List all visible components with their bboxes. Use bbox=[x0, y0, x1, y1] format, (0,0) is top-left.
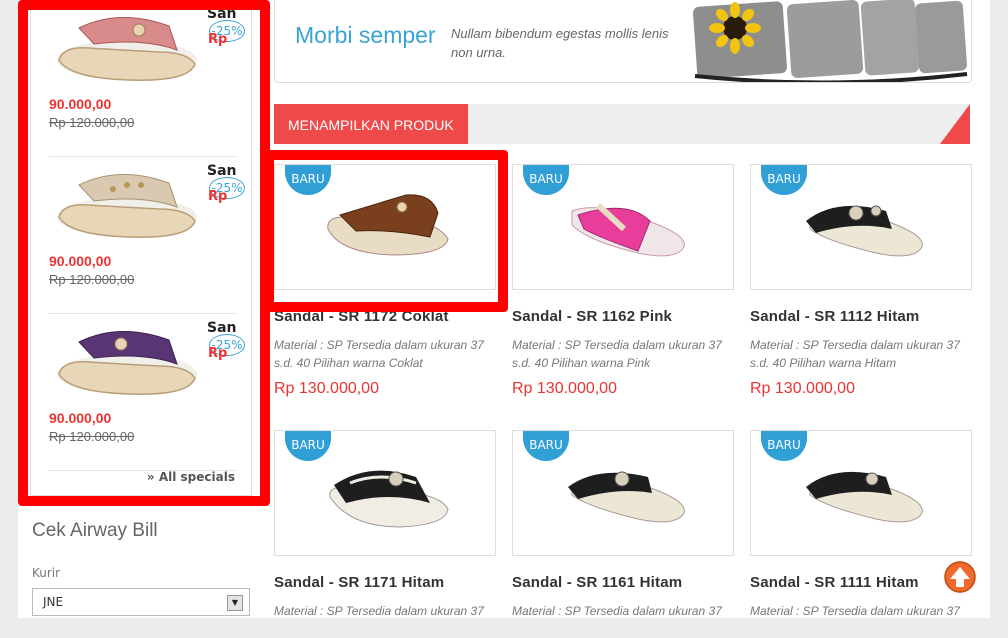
airway-bill-heading: Cek Airway Bill bbox=[32, 520, 158, 541]
special-old-price: Rp 120.000,00 bbox=[49, 429, 135, 444]
kurir-label: Kurir bbox=[32, 566, 61, 580]
banner-text: Nullam bibendum egestas mollis lenis non… bbox=[451, 26, 669, 60]
product-card[interactable]: BARU Sandal - SR 1161 Hitam Material : S… bbox=[512, 430, 734, 638]
special-item[interactable]: Sandal -25% Rp 90.000,00 Rp 120.000,00 bbox=[49, 0, 245, 157]
product-description: Material : SP Tersedia dalam ukuran 37 bbox=[512, 604, 722, 618]
sidebar: Sandal -25% Rp 90.000,00 Rp 120.000,00 S… bbox=[18, 0, 262, 618]
special-item[interactable]: Sandal -25% Rp 90.000,00 Rp 120.000,00 bbox=[49, 157, 245, 314]
special-old-price: Rp 120.000,00 bbox=[49, 272, 135, 287]
special-old-price: Rp 120.000,00 bbox=[49, 115, 135, 130]
product-card[interactable]: BARU Sandal - SR 1172 Coklat Material : … bbox=[274, 164, 496, 397]
kurir-selected-value: JNE bbox=[43, 595, 64, 609]
currency-label: Rp bbox=[208, 189, 228, 204]
sandal-product-image[interactable] bbox=[796, 181, 928, 271]
product-price: Rp 130.000,00 bbox=[512, 380, 617, 397]
sandal-product-image[interactable] bbox=[49, 157, 199, 247]
banner-title: Morbi semper bbox=[295, 22, 436, 48]
product-image-frame[interactable]: BARU bbox=[274, 164, 496, 290]
product-name[interactable]: Sandal - SR 1162 Pink bbox=[512, 308, 672, 325]
product-card[interactable]: BARU Sandal - SR 1162 Pink Material : SP… bbox=[512, 164, 734, 397]
sandal-product-image[interactable] bbox=[49, 314, 199, 404]
specials-box: Sandal -25% Rp 90.000,00 Rp 120.000,00 S… bbox=[30, 0, 252, 496]
product-description: Material : SP Tersedia dalam ukuran 37 s… bbox=[512, 338, 722, 370]
sandal-product-image[interactable] bbox=[49, 0, 199, 90]
product-name[interactable]: Sandal - SR 1161 Hitam bbox=[512, 574, 682, 591]
section-title: MENAMPILKAN PRODUK bbox=[274, 104, 468, 144]
product-card[interactable]: BARU Sandal - SR 1171 Hitam Material : S… bbox=[274, 430, 496, 638]
product-name[interactable]: Sandal - SR 1171 Hitam bbox=[274, 574, 444, 591]
chevron-down-icon[interactable]: ▼ bbox=[227, 595, 243, 611]
section-corner-decoration bbox=[940, 104, 970, 144]
product-price: Rp 130.000,00 bbox=[750, 380, 855, 397]
product-name[interactable]: Sandal - SR 1172 Coklat bbox=[274, 308, 449, 325]
sandal-product-image[interactable] bbox=[320, 181, 452, 271]
special-price: 90.000,00 bbox=[49, 253, 112, 269]
product-image-frame[interactable]: BARU bbox=[512, 430, 734, 556]
kurir-select[interactable]: JNE ▼ bbox=[32, 588, 250, 616]
special-price: 90.000,00 bbox=[49, 96, 112, 112]
special-price: 90.000,00 bbox=[49, 410, 112, 426]
currency-label: Rp bbox=[208, 32, 228, 47]
product-name[interactable]: Sandal - SR 1112 Hitam bbox=[750, 308, 919, 325]
all-specials-link[interactable]: » All specials bbox=[147, 470, 235, 484]
promo-banner[interactable]: Morbi semper Nullam bibendum egestas mol… bbox=[274, 0, 972, 83]
product-description: Material : SP Tersedia dalam ukuran 37 bbox=[274, 604, 484, 618]
bags-banner-image bbox=[693, 0, 968, 82]
sandal-product-image[interactable] bbox=[796, 447, 928, 537]
product-name[interactable]: Sandal - SR 1111 Hitam bbox=[750, 574, 919, 591]
scroll-to-top-icon[interactable] bbox=[944, 560, 976, 594]
section-header: MENAMPILKAN PRODUK bbox=[274, 104, 970, 144]
sandal-product-image[interactable] bbox=[558, 181, 690, 271]
product-description: Material : SP Tersedia dalam ukuran 37 s… bbox=[750, 338, 960, 370]
product-description: Material : SP Tersedia dalam ukuran 37 s… bbox=[274, 338, 484, 370]
product-image-frame[interactable]: BARU bbox=[512, 164, 734, 290]
sandal-product-image[interactable] bbox=[320, 447, 452, 537]
product-image-frame[interactable]: BARU bbox=[750, 164, 972, 290]
product-image-frame[interactable]: BARU bbox=[750, 430, 972, 556]
product-image-frame[interactable]: BARU bbox=[274, 430, 496, 556]
product-card[interactable]: BARU Sandal - SR 1111 Hitam Material : S… bbox=[750, 430, 972, 638]
main-content: Morbi semper Nullam bibendum egestas mol… bbox=[274, 0, 990, 618]
special-item[interactable]: Sandal -25% Rp 90.000,00 Rp 120.000,00 bbox=[49, 314, 245, 471]
page: Sandal -25% Rp 90.000,00 Rp 120.000,00 S… bbox=[18, 0, 990, 618]
sandal-product-image[interactable] bbox=[558, 447, 690, 537]
product-price: Rp 130.000,00 bbox=[274, 380, 379, 397]
product-description: Material : SP Tersedia dalam ukuran 37 bbox=[750, 604, 960, 618]
currency-label: Rp bbox=[208, 346, 228, 361]
product-card[interactable]: BARU Sandal - SR 1112 Hitam Material : S… bbox=[750, 164, 972, 397]
